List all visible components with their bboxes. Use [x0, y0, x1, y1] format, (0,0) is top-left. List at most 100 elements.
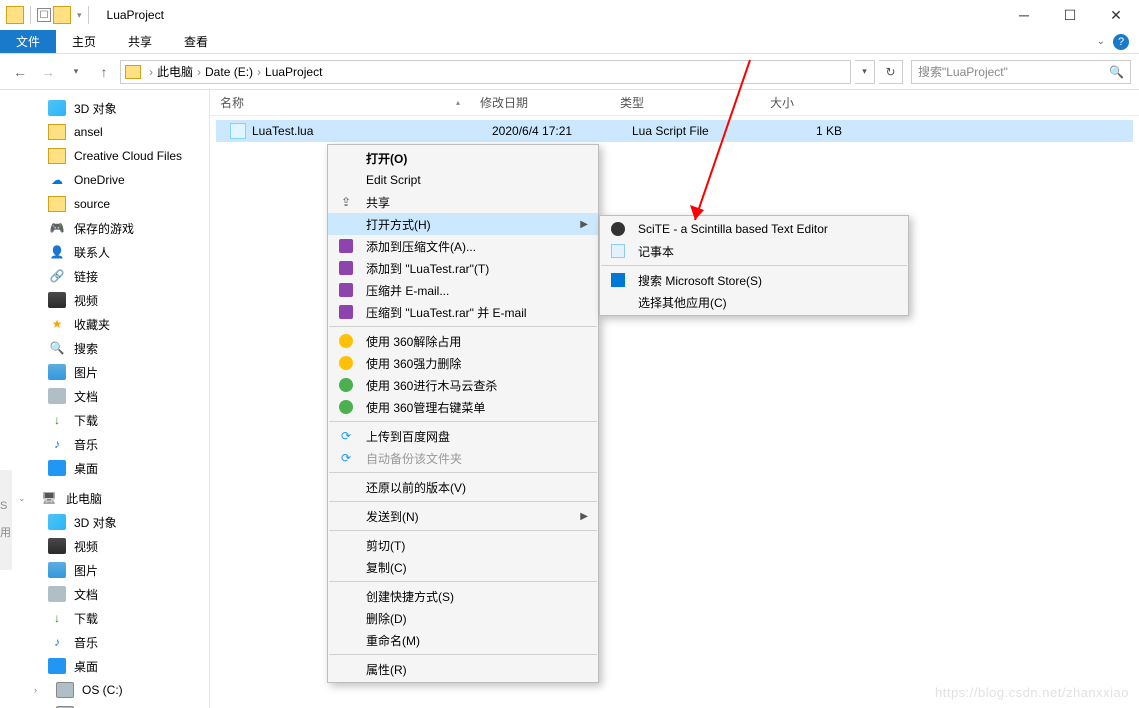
sidebar-item[interactable]: ansel	[0, 120, 209, 144]
folder-icon[interactable]	[6, 6, 24, 24]
maximize-button[interactable]: ☐	[1047, 0, 1093, 30]
folder-icon[interactable]	[53, 6, 71, 24]
back-button[interactable]: ←	[8, 60, 32, 84]
menu-delete[interactable]: 删除(D)	[328, 607, 598, 629]
sidebar-item[interactable]: ♪音乐	[0, 630, 209, 654]
menu-rar-email[interactable]: 压缩并 E-mail...	[328, 279, 598, 301]
menu-restore-prev[interactable]: 还原以前的版本(V)	[328, 476, 598, 498]
menu-search-store[interactable]: 搜索 Microsoft Store(S)	[600, 269, 908, 291]
open-with-submenu: SciTE - a Scintilla based Text Editor 记事…	[599, 215, 909, 316]
menu-open[interactable]: 打开(O)	[328, 147, 598, 169]
menu-360-force-delete[interactable]: 使用 360强力删除	[328, 352, 598, 374]
sidebar-item[interactable]: 文档	[0, 582, 209, 606]
sidebar-item[interactable]: › OS (C:)	[0, 678, 209, 702]
address-dropdown[interactable]: ▾	[855, 60, 875, 84]
forward-button[interactable]: →	[36, 60, 60, 84]
menu-properties[interactable]: 属性(R)	[328, 658, 598, 680]
close-button[interactable]: ✕	[1093, 0, 1139, 30]
sidebar-item[interactable]: source	[0, 192, 209, 216]
menu-rar-addto[interactable]: 添加到 "LuaTest.rar"(T)	[328, 257, 598, 279]
sidebar-item[interactable]: ☁OneDrive	[0, 168, 209, 192]
sidebar-this-pc[interactable]: ⌄🖥此电脑	[0, 486, 209, 510]
breadcrumb-folder[interactable]: LuaProject	[265, 65, 322, 79]
menu-copy[interactable]: 复制(C)	[328, 556, 598, 578]
sidebar-item[interactable]: ↓下载	[0, 606, 209, 630]
ribbon-expand-icon[interactable]: ⌄	[1097, 36, 1105, 47]
menu-choose-other[interactable]: 选择其他应用(C)	[600, 291, 908, 313]
sidebar-item-label: 桌面	[74, 658, 98, 675]
navigation-pane[interactable]: 3D 对象anselCreative Cloud Files☁OneDrives…	[0, 90, 210, 708]
column-size[interactable]: 大小	[760, 94, 820, 111]
sidebar-item[interactable]: 3D 对象	[0, 510, 209, 534]
menu-baidu-upload[interactable]: ⟳上传到百度网盘	[328, 425, 598, 447]
breadcrumb-drive[interactable]: Date (E:)	[205, 65, 253, 79]
sidebar-item[interactable]: 图片	[0, 360, 209, 384]
sidebar-item[interactable]: 🔍搜索	[0, 336, 209, 360]
sidebar-item-label: OneDrive	[74, 173, 125, 187]
sidebar-item[interactable]: ›Program (D:)	[0, 702, 209, 708]
ribbon-tab-home[interactable]: 主页	[56, 30, 112, 53]
chevron-right-icon[interactable]: ›	[34, 685, 46, 695]
menu-scite[interactable]: SciTE - a Scintilla based Text Editor	[600, 218, 908, 240]
menu-rename[interactable]: 重命名(M)	[328, 629, 598, 651]
menu-open-with[interactable]: 打开方式(H)▶	[328, 213, 598, 235]
sidebar-item-label: 图片	[74, 364, 98, 381]
sidebar-item[interactable]: 🎮保存的游戏	[0, 216, 209, 240]
sidebar-item[interactable]: 视频	[0, 534, 209, 558]
refresh-button[interactable]: ↻	[879, 60, 903, 84]
menu-create-shortcut[interactable]: 创建快捷方式(S)	[328, 585, 598, 607]
sidebar-item-label: 下载	[74, 412, 98, 429]
breadcrumb-pc[interactable]: 此电脑	[157, 63, 193, 80]
sidebar-item[interactable]: 桌面	[0, 456, 209, 480]
ribbon-tab-share[interactable]: 共享	[112, 30, 168, 53]
menu-360-unlock[interactable]: 使用 360解除占用	[328, 330, 598, 352]
menu-send-to[interactable]: 发送到(N)▶	[328, 505, 598, 527]
chevron-down-icon[interactable]: ▾	[77, 10, 82, 21]
column-type[interactable]: 类型	[610, 94, 760, 111]
search-input[interactable]: 搜索"LuaProject" 🔍	[911, 60, 1131, 84]
chevron-down-icon[interactable]: ⌄	[18, 493, 30, 504]
menu-360-context[interactable]: 使用 360管理右键菜单	[328, 396, 598, 418]
history-dropdown[interactable]: ▾	[64, 60, 88, 84]
sidebar-item[interactable]: 视频	[0, 288, 209, 312]
sidebar-item-label: OS (C:)	[82, 683, 123, 697]
menu-rar-add[interactable]: 添加到压缩文件(A)...	[328, 235, 598, 257]
column-name[interactable]: 名称▴	[210, 94, 470, 111]
sidebar-item[interactable]: 👤联系人	[0, 240, 209, 264]
menu-share[interactable]: ⇪共享	[328, 191, 598, 213]
divider	[88, 6, 89, 24]
menu-rar-email2[interactable]: 压缩到 "LuaTest.rar" 并 E-mail	[328, 301, 598, 323]
sidebar-item[interactable]: 文档	[0, 384, 209, 408]
menu-edit-script[interactable]: Edit Script	[328, 169, 598, 191]
i-3d-icon	[48, 100, 66, 116]
sidebar-item[interactable]: 图片	[0, 558, 209, 582]
minimize-button[interactable]: ─	[1001, 0, 1047, 30]
column-headers: 名称▴ 修改日期 类型 大小	[210, 90, 1139, 116]
i-desktop-icon	[48, 658, 66, 674]
i-doc-icon	[48, 586, 66, 602]
sidebar-item[interactable]: 🔗链接	[0, 264, 209, 288]
menu-separator	[329, 421, 597, 422]
ribbon-tab-file[interactable]: 文件	[0, 30, 56, 53]
breadcrumb[interactable]: › 此电脑 › Date (E:) › LuaProject	[120, 60, 851, 84]
breadcrumb-sep: ›	[147, 65, 155, 79]
sidebar-item[interactable]: 桌面	[0, 654, 209, 678]
sidebar-item[interactable]: 3D 对象	[0, 96, 209, 120]
menu-notepad[interactable]: 记事本	[600, 240, 908, 262]
ribbon-tab-view[interactable]: 查看	[168, 30, 224, 53]
sidebar-item[interactable]: ↓下载	[0, 408, 209, 432]
menu-cut[interactable]: 剪切(T)	[328, 534, 598, 556]
i-source-icon	[48, 196, 66, 212]
column-date[interactable]: 修改日期	[470, 94, 610, 111]
qat-checkbox[interactable]: ☐	[37, 8, 51, 22]
sidebar-item[interactable]: ♪音乐	[0, 432, 209, 456]
sidebar-item[interactable]: ★收藏夹	[0, 312, 209, 336]
sidebar-item-label: 3D 对象	[74, 514, 117, 531]
menu-baidu-autobackup[interactable]: ⟳自动备份该文件夹	[328, 447, 598, 469]
help-icon[interactable]: ?	[1113, 34, 1129, 50]
ribbon: 文件 主页 共享 查看 ⌄ ?	[0, 30, 1139, 54]
sidebar-item[interactable]: Creative Cloud Files	[0, 144, 209, 168]
file-row-selected[interactable]: LuaTest.lua 2020/6/4 17:21 Lua Script Fi…	[216, 120, 1133, 142]
menu-360-trojan-scan[interactable]: 使用 360进行木马云查杀	[328, 374, 598, 396]
up-button[interactable]: ↑	[92, 60, 116, 84]
